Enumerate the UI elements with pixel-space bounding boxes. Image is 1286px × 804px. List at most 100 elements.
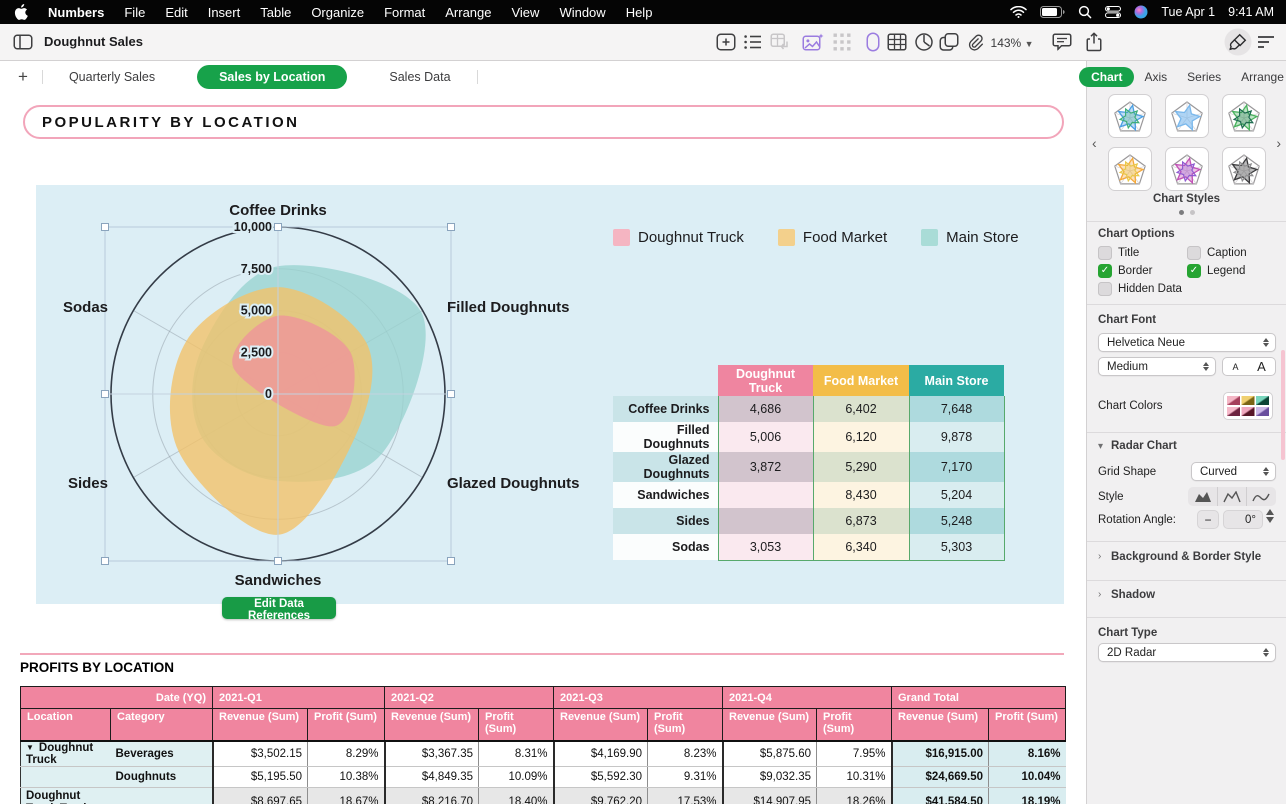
- data-cell[interactable]: 7,170: [909, 452, 1004, 482]
- menu-item-edit[interactable]: Edit: [155, 5, 197, 20]
- sub-header-profit-sum[interactable]: Profit (Sum): [308, 709, 385, 741]
- menu-item-help[interactable]: Help: [616, 5, 663, 20]
- rotation-angle-field[interactable]: 0°: [1223, 510, 1263, 529]
- data-cell[interactable]: 5,204: [909, 482, 1004, 508]
- data-cell[interactable]: 18.40%: [479, 787, 554, 804]
- radar-chart-object[interactable]: 02,5005,0007,50010,000Coffee DrinksFille…: [36, 185, 1064, 604]
- selection-handle[interactable]: [102, 391, 109, 398]
- shape-icon[interactable]: [867, 33, 880, 52]
- chart-colors-swatch-button[interactable]: [1223, 392, 1273, 420]
- chart-style-thumbnail-2[interactable]: [1165, 94, 1209, 138]
- organize-icon[interactable]: [1258, 36, 1274, 49]
- category-cell[interactable]: Beverages: [111, 741, 213, 767]
- chart-style-thumbnail-5[interactable]: [1165, 147, 1209, 191]
- data-cell[interactable]: $14,907.95: [723, 787, 817, 804]
- selection-handle[interactable]: [275, 224, 282, 231]
- data-cell[interactable]: 6,402: [813, 396, 909, 422]
- data-cell[interactable]: 6,120: [813, 422, 909, 452]
- inspector-tab-axis[interactable]: Axis: [1134, 67, 1177, 87]
- border-checkbox[interactable]: ✓: [1098, 264, 1112, 278]
- chart-style-thumbnail-3[interactable]: [1222, 94, 1266, 138]
- data-cell[interactable]: $5,195.50: [213, 766, 308, 787]
- battery-icon[interactable]: [1040, 6, 1065, 18]
- sub-header-profit-sum[interactable]: Profit (Sum): [817, 709, 892, 741]
- data-cell[interactable]: $5,875.60: [723, 741, 817, 767]
- radar-style-line-button[interactable]: [1217, 487, 1246, 506]
- chart-style-thumbnail-1[interactable]: [1108, 94, 1152, 138]
- sheet-tab-quarterly-sales[interactable]: Quarterly Sales: [43, 65, 181, 89]
- data-cell[interactable]: 6,340: [813, 534, 909, 560]
- location-cell[interactable]: Doughnut Truck Total: [21, 787, 111, 804]
- data-cell[interactable]: $3,502.15: [213, 741, 308, 767]
- siri-icon[interactable]: [1134, 5, 1148, 19]
- row-header[interactable]: Sodas: [613, 534, 718, 560]
- styles-pager-dots[interactable]: [1087, 210, 1286, 215]
- data-cell[interactable]: $8,697.65: [213, 787, 308, 804]
- chart-style-thumbnail-6[interactable]: [1222, 147, 1266, 191]
- row-header[interactable]: Coffee Drinks: [613, 396, 718, 422]
- chart-type-dropdown[interactable]: 2D Radar: [1098, 643, 1276, 662]
- title-checkbox[interactable]: [1098, 246, 1112, 260]
- menu-item-file[interactable]: File: [114, 5, 155, 20]
- sub-header-profit-sum[interactable]: Profit (Sum): [989, 709, 1066, 741]
- sheet-tab-sales-by-location[interactable]: Sales by Location: [197, 65, 347, 89]
- data-cell[interactable]: 9,878: [909, 422, 1004, 452]
- format-brush-icon[interactable]: [1230, 34, 1247, 51]
- data-cell[interactable]: 5,290: [813, 452, 909, 482]
- category-cell[interactable]: [111, 787, 213, 804]
- sidebar-toggle-icon[interactable]: [14, 35, 33, 50]
- insert-icon[interactable]: [717, 34, 736, 51]
- chart-legend[interactable]: Doughnut TruckFood MarketMain Store: [613, 229, 1019, 246]
- location-cell[interactable]: [21, 766, 111, 787]
- quarter-header-2021-q2[interactable]: 2021-Q2: [385, 687, 554, 709]
- section-collapse-icon[interactable]: ▾: [1098, 441, 1103, 452]
- radar-style-smooth-button[interactable]: [1246, 487, 1275, 506]
- paperclip-icon[interactable]: [966, 33, 984, 51]
- data-cell[interactable]: $4,849.35: [385, 766, 479, 787]
- wifi-icon[interactable]: [1010, 6, 1027, 18]
- data-cell[interactable]: 10.31%: [817, 766, 892, 787]
- rotation-slider-button[interactable]: −: [1197, 510, 1219, 529]
- data-cell[interactable]: [718, 482, 813, 508]
- chart-icon[interactable]: [915, 33, 933, 51]
- data-cell[interactable]: 5,303: [909, 534, 1004, 560]
- data-cell[interactable]: 8.16%: [989, 741, 1066, 767]
- sub-header-profit-sum[interactable]: Profit (Sum): [648, 709, 723, 741]
- data-cell[interactable]: 7,648: [909, 396, 1004, 422]
- selection-handle[interactable]: [102, 224, 109, 231]
- data-cell[interactable]: 6,873: [813, 508, 909, 534]
- styles-prev-icon[interactable]: ‹: [1092, 135, 1097, 151]
- menu-item-table[interactable]: Table: [250, 5, 301, 20]
- menu-item-arrange[interactable]: Arrange: [435, 5, 501, 20]
- font-family-dropdown[interactable]: Helvetica Neue: [1098, 333, 1276, 352]
- edit-data-references-button[interactable]: Edit Data References: [222, 597, 336, 619]
- add-sheet-button[interactable]: +: [0, 67, 42, 87]
- sub-header-profit-sum[interactable]: Profit (Sum): [479, 709, 554, 741]
- menu-item-format[interactable]: Format: [374, 5, 435, 20]
- shadow-label[interactable]: Shadow: [1111, 589, 1155, 601]
- selection-handle[interactable]: [448, 391, 455, 398]
- data-cell[interactable]: 18.67%: [308, 787, 385, 804]
- menu-item-window[interactable]: Window: [549, 5, 615, 20]
- location-header[interactable]: Location: [21, 709, 111, 741]
- data-cell[interactable]: 10.38%: [308, 766, 385, 787]
- shapes-icon[interactable]: [940, 33, 959, 51]
- sheet-tab-sales-data[interactable]: Sales Data: [363, 65, 476, 89]
- sub-header-revenue-sum[interactable]: Revenue (Sum): [723, 709, 817, 741]
- spotlight-icon[interactable]: [1078, 5, 1092, 19]
- quarter-header-2021-q1[interactable]: 2021-Q1: [213, 687, 385, 709]
- date-yq-header[interactable]: Date (YQ): [21, 687, 213, 709]
- data-cell[interactable]: $16,915.00: [892, 741, 989, 767]
- quarter-header-2021-q4[interactable]: 2021-Q4: [723, 687, 892, 709]
- data-cell[interactable]: $3,367.35: [385, 741, 479, 767]
- data-cell[interactable]: $24,669.50: [892, 766, 989, 787]
- row-header[interactable]: Sides: [613, 508, 718, 534]
- styles-next-icon[interactable]: ›: [1276, 135, 1281, 151]
- caption-checkbox[interactable]: [1187, 246, 1201, 260]
- menu-date[interactable]: Tue Apr 1: [1161, 5, 1215, 19]
- selection-handle[interactable]: [448, 224, 455, 231]
- scroll-indicator[interactable]: [1281, 350, 1285, 460]
- table-icon[interactable]: [888, 34, 907, 51]
- radar-style-filled-button[interactable]: [1188, 487, 1217, 506]
- apple-menu-icon[interactable]: [0, 4, 36, 20]
